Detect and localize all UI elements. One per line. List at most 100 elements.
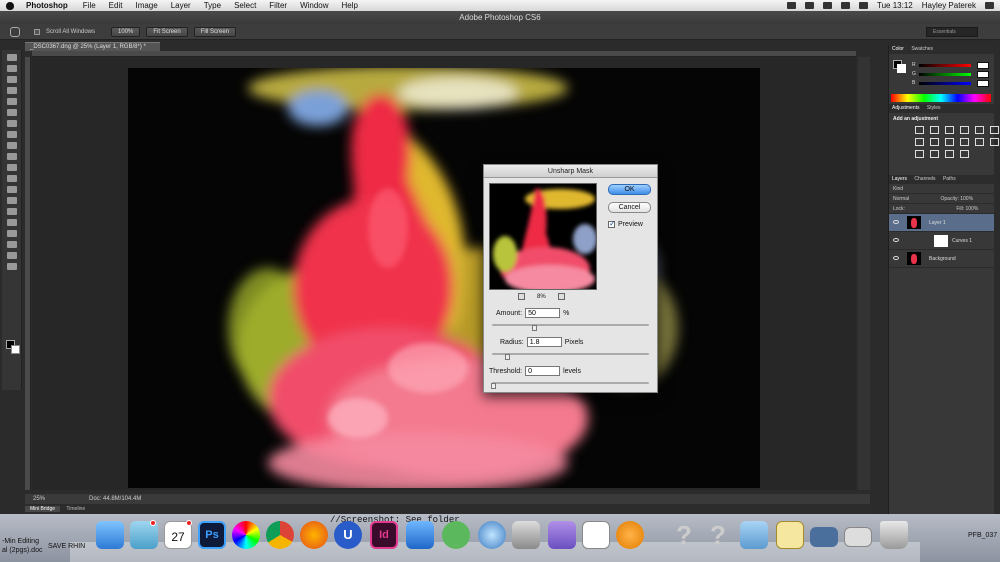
menu-select[interactable]: Select <box>234 1 256 10</box>
layer-name[interactable]: Curves 1 <box>952 238 972 244</box>
color-wheel-icon[interactable] <box>232 521 260 549</box>
curves-icon[interactable] <box>945 126 954 134</box>
status-menu-icon[interactable] <box>787 2 797 9</box>
zoom-level[interactable]: 25% <box>33 494 45 504</box>
eyedropper-tool-icon[interactable] <box>6 109 17 116</box>
question-icon[interactable]: ? <box>670 521 698 549</box>
threshold-icon[interactable] <box>930 150 939 158</box>
indesign-icon[interactable]: Id <box>370 521 398 549</box>
blend-mode-select[interactable]: Normal <box>893 196 909 202</box>
amount-input[interactable] <box>525 308 561 318</box>
blue-value[interactable] <box>977 80 989 87</box>
folder-icon[interactable] <box>740 521 768 549</box>
finder-icon[interactable] <box>96 521 124 549</box>
history-brush-tool-icon[interactable] <box>6 153 17 160</box>
radius-slider-handle[interactable] <box>505 354 510 360</box>
chrome-icon[interactable] <box>266 521 294 549</box>
threshold-slider-handle[interactable] <box>491 383 496 389</box>
brush-tool-icon[interactable] <box>6 131 17 138</box>
question-icon[interactable]: ? <box>704 521 732 549</box>
zoom-tool-icon[interactable] <box>6 263 17 270</box>
volume-icon[interactable] <box>841 2 851 9</box>
posterize-icon[interactable] <box>915 150 924 158</box>
color-balance-icon[interactable] <box>915 138 924 146</box>
menu-window[interactable]: Window <box>300 1 328 10</box>
vibrance-icon[interactable] <box>975 126 984 134</box>
desktop-file-label[interactable]: PFB_037 <box>968 532 997 539</box>
radius-input[interactable] <box>526 337 562 347</box>
eye-icon[interactable] <box>893 256 899 260</box>
fit-screen-button[interactable]: Fit Screen <box>146 26 188 37</box>
user-name[interactable]: Hayley Paterek <box>922 1 976 10</box>
workspace-select[interactable]: Essentials <box>926 27 978 37</box>
opacity-value[interactable]: 100% <box>960 196 973 202</box>
display-icon[interactable] <box>810 527 838 547</box>
fill-value[interactable]: 100% <box>966 206 979 212</box>
flashcards-icon[interactable] <box>582 521 610 549</box>
globe-icon[interactable] <box>478 521 506 549</box>
clock[interactable]: Tue 13:12 <box>877 1 913 10</box>
filter-preview[interactable] <box>489 183 597 290</box>
quick-select-tool-icon[interactable] <box>6 87 17 94</box>
doc-size[interactable]: Doc: 44.8M/104.4M <box>89 494 141 504</box>
amount-slider[interactable] <box>492 324 649 326</box>
channel-mixer-icon[interactable] <box>960 138 969 146</box>
folder-icon[interactable] <box>548 521 576 549</box>
zoom-100-button[interactable]: 100% <box>111 26 141 37</box>
tab-channels[interactable]: Channels <box>914 176 935 182</box>
crop-tool-icon[interactable] <box>6 98 17 105</box>
firefox-icon[interactable] <box>300 521 328 549</box>
green-value[interactable] <box>977 71 989 78</box>
type-tool-icon[interactable] <box>6 219 17 226</box>
menu-edit[interactable]: Edit <box>109 1 123 10</box>
tab-styles[interactable]: Styles <box>927 105 941 111</box>
layer-item[interactable]: Background <box>889 250 994 268</box>
desktop-file-label[interactable]: -Min Editing <box>2 538 39 545</box>
stamp-tool-icon[interactable] <box>6 142 17 149</box>
layer-item[interactable]: Curves 1 <box>889 232 994 250</box>
menu-filter[interactable]: Filter <box>269 1 287 10</box>
eraser-tool-icon[interactable] <box>6 164 17 171</box>
photo-filter-icon[interactable] <box>945 138 954 146</box>
tab-swatches[interactable]: Swatches <box>911 46 933 52</box>
scroll-all-checkbox[interactable] <box>34 28 40 35</box>
bluetooth-icon[interactable] <box>805 2 815 9</box>
desktop-file-label[interactable]: al (2pgs).doc <box>2 547 42 554</box>
battery-icon[interactable] <box>859 2 869 9</box>
healing-tool-icon[interactable] <box>6 120 17 127</box>
hand-tool-icon[interactable] <box>6 252 17 259</box>
trash-icon[interactable] <box>880 521 908 549</box>
shape-tool-icon[interactable] <box>6 241 17 248</box>
menu-type[interactable]: Type <box>204 1 221 10</box>
background-color[interactable] <box>11 345 20 354</box>
menu-image[interactable]: Image <box>135 1 157 10</box>
apple-icon[interactable] <box>6 1 14 10</box>
hand-tool-icon[interactable] <box>10 26 20 37</box>
tab-mini-bridge[interactable]: Mini Bridge <box>25 506 61 512</box>
fill-screen-button[interactable]: Fill Screen <box>193 26 237 37</box>
blue-slider[interactable] <box>919 82 971 85</box>
selective-color-icon[interactable] <box>960 150 969 158</box>
red-slider[interactable] <box>919 64 971 67</box>
tab-adjustments[interactable]: Adjustments <box>892 105 920 111</box>
cancel-button[interactable]: Cancel <box>608 202 651 213</box>
blur-tool-icon[interactable] <box>6 186 17 193</box>
color-spectrum[interactable] <box>891 94 991 102</box>
kite-icon[interactable] <box>442 521 470 549</box>
books-icon[interactable] <box>616 521 644 549</box>
lasso-tool-icon[interactable] <box>6 76 17 83</box>
black-white-icon[interactable] <box>930 138 939 146</box>
tab-layers[interactable]: Layers <box>892 176 907 182</box>
marquee-tool-icon[interactable] <box>6 65 17 72</box>
menu-help[interactable]: Help <box>342 1 358 10</box>
vertical-scrollbar[interactable] <box>858 57 870 490</box>
tab-paths[interactable]: Paths <box>943 176 956 182</box>
tab-timeline[interactable]: Timeline <box>61 506 90 512</box>
eye-icon[interactable] <box>893 238 899 242</box>
layer-item[interactable]: Layer 1 <box>889 214 994 232</box>
kind-filter[interactable]: Kind <box>893 186 903 192</box>
menu-layer[interactable]: Layer <box>171 1 191 10</box>
gradient-map-icon[interactable] <box>945 150 954 158</box>
radius-slider[interactable] <box>492 353 649 355</box>
document-tab[interactable]: _DSC0367.dng @ 25% (Layer 1, RGB/8*) * <box>25 42 160 51</box>
